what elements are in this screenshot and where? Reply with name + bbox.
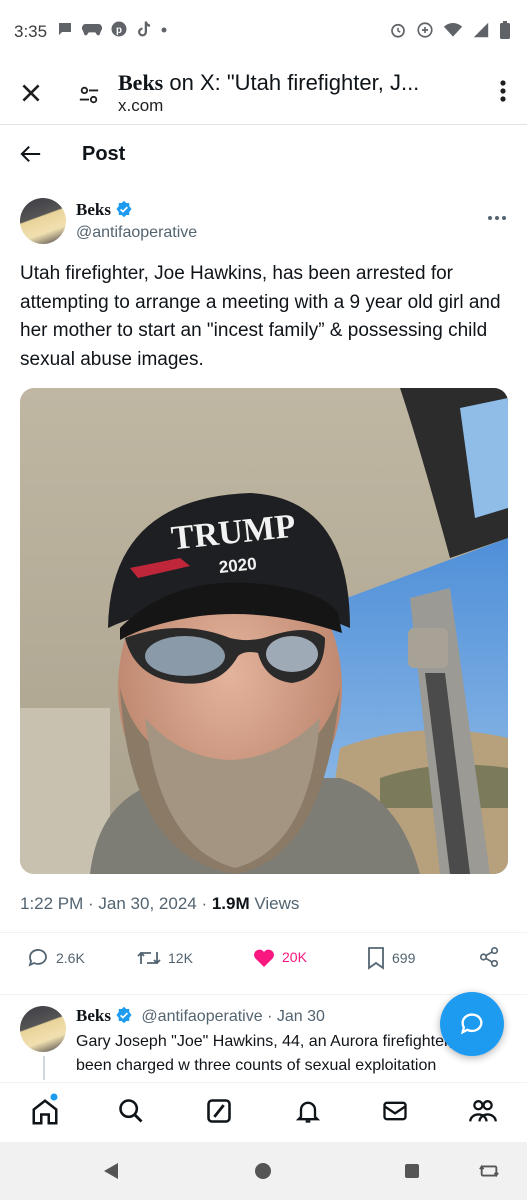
bookmark-count: 699 <box>392 950 416 966</box>
verified-badge-icon <box>115 200 133 223</box>
back-arrow-icon[interactable] <box>20 144 42 169</box>
verified-badge-icon <box>115 1006 133 1029</box>
messages-icon[interactable] <box>381 1097 409 1130</box>
site-settings-icon[interactable] <box>78 84 100 111</box>
svg-text:p: p <box>116 25 122 36</box>
repost-icon <box>136 946 162 970</box>
alarm-icon <box>389 21 407 39</box>
more-options-icon[interactable] <box>499 78 507 109</box>
dot-icon <box>160 20 168 38</box>
notifications-icon[interactable] <box>294 1097 322 1130</box>
views-label: Views <box>254 894 300 913</box>
thread-line <box>43 1056 45 1080</box>
author-handle: @antifaoperative <box>76 224 198 241</box>
status-left-icons: p <box>56 20 168 38</box>
status-time: 3:35 <box>14 22 48 41</box>
reply-date: · Jan 30 <box>267 1008 325 1025</box>
heart-icon <box>252 946 276 968</box>
like-button[interactable]: 20K <box>252 946 307 968</box>
tweet-actions: 2.6K 12K 20K 699 <box>0 946 527 982</box>
reply-count: 2.6K <box>56 950 85 966</box>
compose-reply-button[interactable] <box>440 992 504 1056</box>
custom-tab-bar: Beks on X: "Utah firefighter, J... x.com <box>0 64 527 125</box>
tweet-more-icon[interactable] <box>487 208 507 226</box>
system-nav-bar <box>0 1142 527 1200</box>
reply-icon <box>26 946 50 970</box>
reply-bubble-icon <box>458 1010 486 1038</box>
divider <box>0 932 527 933</box>
home-icon[interactable] <box>30 1093 60 1132</box>
tweet-date: Jan 30, 2024 <box>98 894 197 913</box>
bottom-nav <box>0 1082 527 1143</box>
author-name: Beks <box>76 200 111 219</box>
wifi-icon <box>443 21 463 39</box>
repost-button[interactable]: 12K <box>136 946 193 970</box>
grok-icon[interactable] <box>205 1097 233 1130</box>
chat-bubble-icon <box>56 20 74 38</box>
status-right-icons <box>389 20 511 40</box>
back-triangle-icon[interactable] <box>102 1161 120 1186</box>
tweet-photo[interactable]: TRUMP 2020 <box>20 388 508 874</box>
reply-author-name: Beks <box>76 1006 111 1025</box>
data-saver-icon <box>416 21 434 39</box>
tweet-text: Utah firefighter, Joe Hawkins, has been … <box>20 263 501 370</box>
reply-author: Beks @antifaoperative · Jan 30 <box>76 1006 325 1029</box>
pinterest-icon: p <box>110 20 128 38</box>
tweet-time: 1:22 PM <box>20 894 84 913</box>
bookmark-button[interactable]: 699 <box>366 946 415 970</box>
reply-button[interactable]: 2.6K <box>26 946 85 970</box>
page-title: Beks on X: "Utah firefighter, J... <box>118 70 420 95</box>
bookmark-icon <box>366 946 386 970</box>
signal-icon <box>472 21 490 39</box>
repost-count: 12K <box>168 950 193 966</box>
tiktok-icon <box>136 20 152 38</box>
views-count: 1.9M <box>211 894 250 913</box>
search-icon[interactable] <box>117 1097 145 1130</box>
communities-icon[interactable] <box>468 1097 498 1130</box>
post-header: Post <box>0 126 527 184</box>
gamepad-icon <box>82 20 102 38</box>
avatar[interactable] <box>20 198 66 244</box>
home-circle-icon[interactable] <box>254 1162 272 1185</box>
reply-author-handle: @antifaoperative <box>141 1008 263 1025</box>
rotate-icon[interactable] <box>478 1161 500 1186</box>
tweet-author[interactable]: Beks <box>76 200 133 223</box>
like-count: 20K <box>282 949 307 965</box>
tweet-meta: 1:22 PM · Jan 30, 2024 · 1.9M Views <box>20 894 300 913</box>
reply-avatar[interactable] <box>20 1006 66 1052</box>
status-bar: 3:35 p <box>0 0 527 64</box>
cap-text-2: 2020 <box>218 554 258 577</box>
divider <box>0 994 527 995</box>
close-icon[interactable] <box>18 80 44 111</box>
share-button[interactable] <box>478 946 500 968</box>
post-title: Post <box>82 143 126 165</box>
share-icon <box>478 946 500 968</box>
page-domain: x.com <box>118 96 164 115</box>
battery-icon <box>499 20 511 40</box>
recents-square-icon[interactable] <box>404 1163 420 1184</box>
